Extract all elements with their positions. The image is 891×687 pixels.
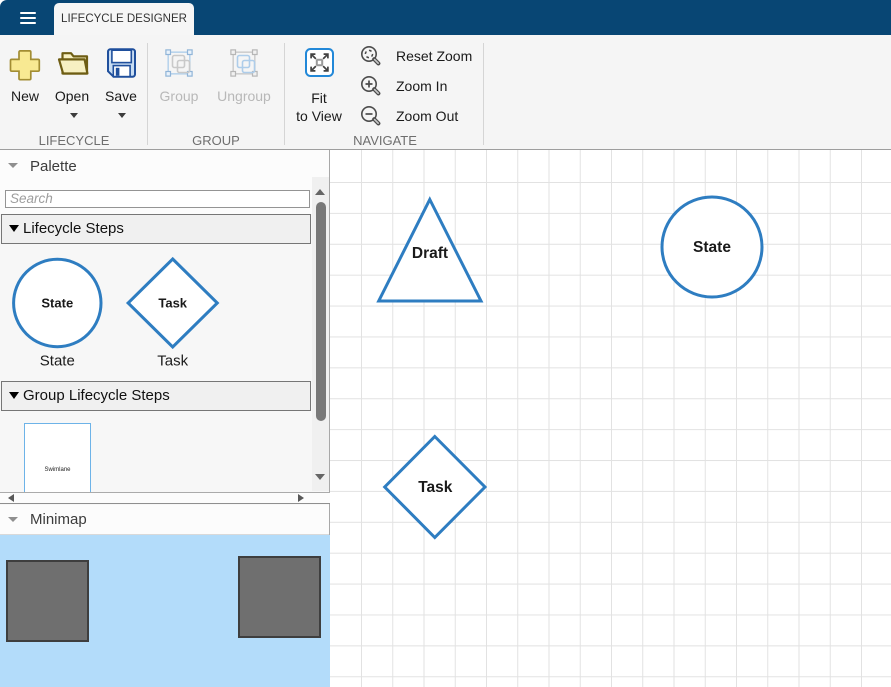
- svg-text:Task: Task: [418, 479, 453, 496]
- svg-text:State: State: [40, 353, 75, 370]
- svg-text:Task: Task: [157, 353, 188, 370]
- svg-text:State: State: [41, 296, 73, 311]
- svg-text:Draft: Draft: [412, 245, 448, 262]
- svg-text:State: State: [693, 239, 731, 256]
- svg-text:Task: Task: [158, 296, 187, 311]
